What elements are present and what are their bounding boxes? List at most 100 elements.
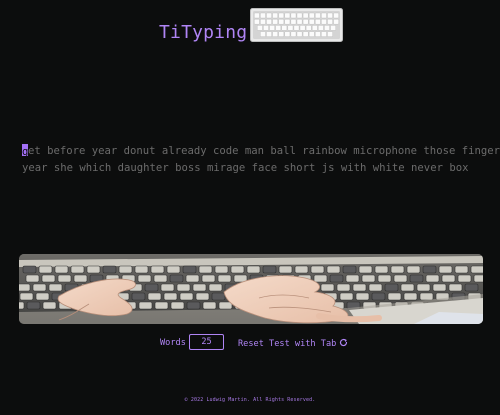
banner-key xyxy=(211,292,226,301)
banner-key xyxy=(185,274,200,283)
logo-key xyxy=(302,31,309,37)
logo-key xyxy=(254,18,260,25)
banner-key xyxy=(368,283,383,292)
banner-key xyxy=(374,265,389,274)
banner-key xyxy=(345,274,360,283)
banner-key xyxy=(19,292,34,301)
logo-key xyxy=(333,18,339,25)
footer-copyright: © 2022 Ludwig Martin. All Rights Reserve… xyxy=(184,397,316,403)
banner-key xyxy=(154,301,169,310)
banner-key xyxy=(48,283,63,292)
logo-key xyxy=(330,25,336,31)
logo-key xyxy=(327,18,333,25)
banner-key xyxy=(310,265,325,274)
upcoming-words: et before year donut already code man ba… xyxy=(28,145,500,157)
banner-key xyxy=(25,274,40,283)
banner-key xyxy=(457,274,472,283)
logo-key xyxy=(290,12,297,19)
banner-key xyxy=(195,292,210,301)
banner-key xyxy=(262,265,277,274)
words-count-input[interactable] xyxy=(189,334,224,350)
banner-key xyxy=(179,292,194,301)
logo-key xyxy=(275,25,282,31)
logo-key xyxy=(333,12,339,19)
logo-key xyxy=(284,31,291,37)
banner-illustration xyxy=(19,254,483,324)
logo-key xyxy=(308,31,315,37)
logo-key xyxy=(278,12,285,19)
banner-key xyxy=(201,274,216,283)
logo-key xyxy=(260,18,266,25)
banner-key xyxy=(150,265,165,274)
banner-key xyxy=(131,292,146,301)
words-label: Words xyxy=(160,338,186,348)
typing-line-1: get before year donut already code man b… xyxy=(22,143,500,160)
banner-key xyxy=(246,265,261,274)
banner-key xyxy=(320,283,335,292)
logo-key xyxy=(302,18,309,25)
logo-key xyxy=(272,12,278,19)
logo-key xyxy=(266,12,272,19)
banner-key xyxy=(198,265,213,274)
banner-key xyxy=(41,274,56,283)
logo-key xyxy=(263,25,269,31)
refresh-icon[interactable] xyxy=(339,338,348,347)
logo-key xyxy=(318,25,324,31)
banner-key xyxy=(32,283,47,292)
banner-key xyxy=(166,265,181,274)
banner-key xyxy=(42,301,57,310)
banner-key xyxy=(86,265,101,274)
banner-key xyxy=(70,265,85,274)
reset-test-button[interactable]: Reset Test with Tab xyxy=(238,338,348,349)
logo-key xyxy=(266,31,272,37)
banner-key xyxy=(409,274,424,283)
logo-key xyxy=(321,18,327,25)
banner-key xyxy=(138,301,153,310)
logo-key xyxy=(284,18,291,25)
banner-key xyxy=(454,265,469,274)
banner-key xyxy=(422,265,437,274)
banner-key xyxy=(403,292,418,301)
banner-key xyxy=(35,292,50,301)
banner-key xyxy=(153,274,168,283)
banner-key xyxy=(26,301,41,310)
logo-key xyxy=(269,25,275,31)
banner-key xyxy=(160,283,175,292)
keyboard-icon xyxy=(250,8,343,42)
banner-key xyxy=(294,265,309,274)
banner-key xyxy=(163,292,178,301)
logo-key xyxy=(315,18,321,25)
banner-key xyxy=(384,283,399,292)
banner-key xyxy=(137,274,152,283)
banner-key xyxy=(419,292,434,301)
banner-key xyxy=(182,265,197,274)
banner-key xyxy=(57,274,72,283)
banner-key xyxy=(134,265,149,274)
banner-key xyxy=(339,292,354,301)
banner-key xyxy=(217,274,232,283)
logo-key xyxy=(315,31,321,37)
banner-key xyxy=(192,283,207,292)
logo-key xyxy=(296,12,303,19)
banner-key xyxy=(170,301,185,310)
anime-keyboard-hands-image xyxy=(19,254,483,324)
banner-key xyxy=(393,274,408,283)
banner-key xyxy=(208,283,223,292)
banner-key xyxy=(406,265,421,274)
banner-key xyxy=(438,265,453,274)
banner-key xyxy=(218,301,233,310)
logo-key xyxy=(327,31,333,37)
banner-key xyxy=(144,283,159,292)
banner-key xyxy=(390,265,405,274)
logo-key xyxy=(327,12,333,19)
logo-key xyxy=(290,31,297,37)
header: TiTyping xyxy=(159,8,344,44)
banner-key xyxy=(176,283,191,292)
banner-key xyxy=(202,301,217,310)
logo-key xyxy=(257,25,263,31)
banner-key xyxy=(313,274,328,283)
banner-key xyxy=(416,283,431,292)
typing-line-2: year she which daughter boss mirage face… xyxy=(22,162,469,174)
banner-key xyxy=(464,283,479,292)
typing-test-text[interactable]: get before year donut already code man b… xyxy=(22,143,500,183)
